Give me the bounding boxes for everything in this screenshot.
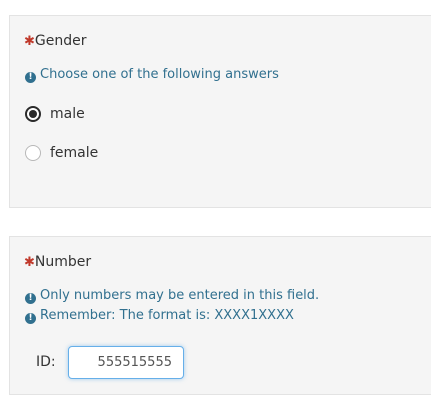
- number-help-label-2: Remember: The format is: XXXX1XXXX: [40, 308, 294, 323]
- radio-label-female[interactable]: female: [50, 145, 98, 161]
- required-asterisk-icon: ✱: [24, 255, 35, 270]
- radio-option-female[interactable]: female: [25, 144, 98, 162]
- id-input[interactable]: [68, 346, 184, 379]
- number-question-title: ✱Number: [24, 253, 91, 272]
- number-title-text: Number: [34, 254, 92, 270]
- number-help-label-1: Only numbers may be entered in this fiel…: [40, 288, 320, 303]
- radio-button-male[interactable]: [25, 106, 41, 122]
- gender-help-text: ! Choose one of the following answers: [25, 66, 279, 84]
- number-help-text-2: ! Remember: The format is: XXXX1XXXX: [25, 307, 294, 325]
- gender-title-text: Gender: [34, 33, 87, 49]
- info-circle-icon: !: [25, 313, 36, 324]
- radio-label-male[interactable]: male: [50, 106, 85, 122]
- required-asterisk-icon: ✱: [24, 34, 35, 49]
- id-label: ID:: [36, 354, 56, 370]
- radio-option-male[interactable]: male: [25, 105, 85, 123]
- gender-help-label: Choose one of the following answers: [40, 67, 279, 82]
- info-circle-icon: !: [25, 72, 36, 83]
- info-circle-icon: !: [25, 293, 36, 304]
- gender-question-panel: ✱Gender ! Choose one of the following ans…: [9, 15, 431, 208]
- radio-button-female[interactable]: [25, 145, 41, 161]
- gender-question-title: ✱Gender: [24, 32, 87, 51]
- number-question-panel: ✱Number ! Only numbers may be entered in …: [9, 236, 431, 395]
- number-help-text-1: ! Only numbers may be entered in this fie…: [25, 287, 319, 305]
